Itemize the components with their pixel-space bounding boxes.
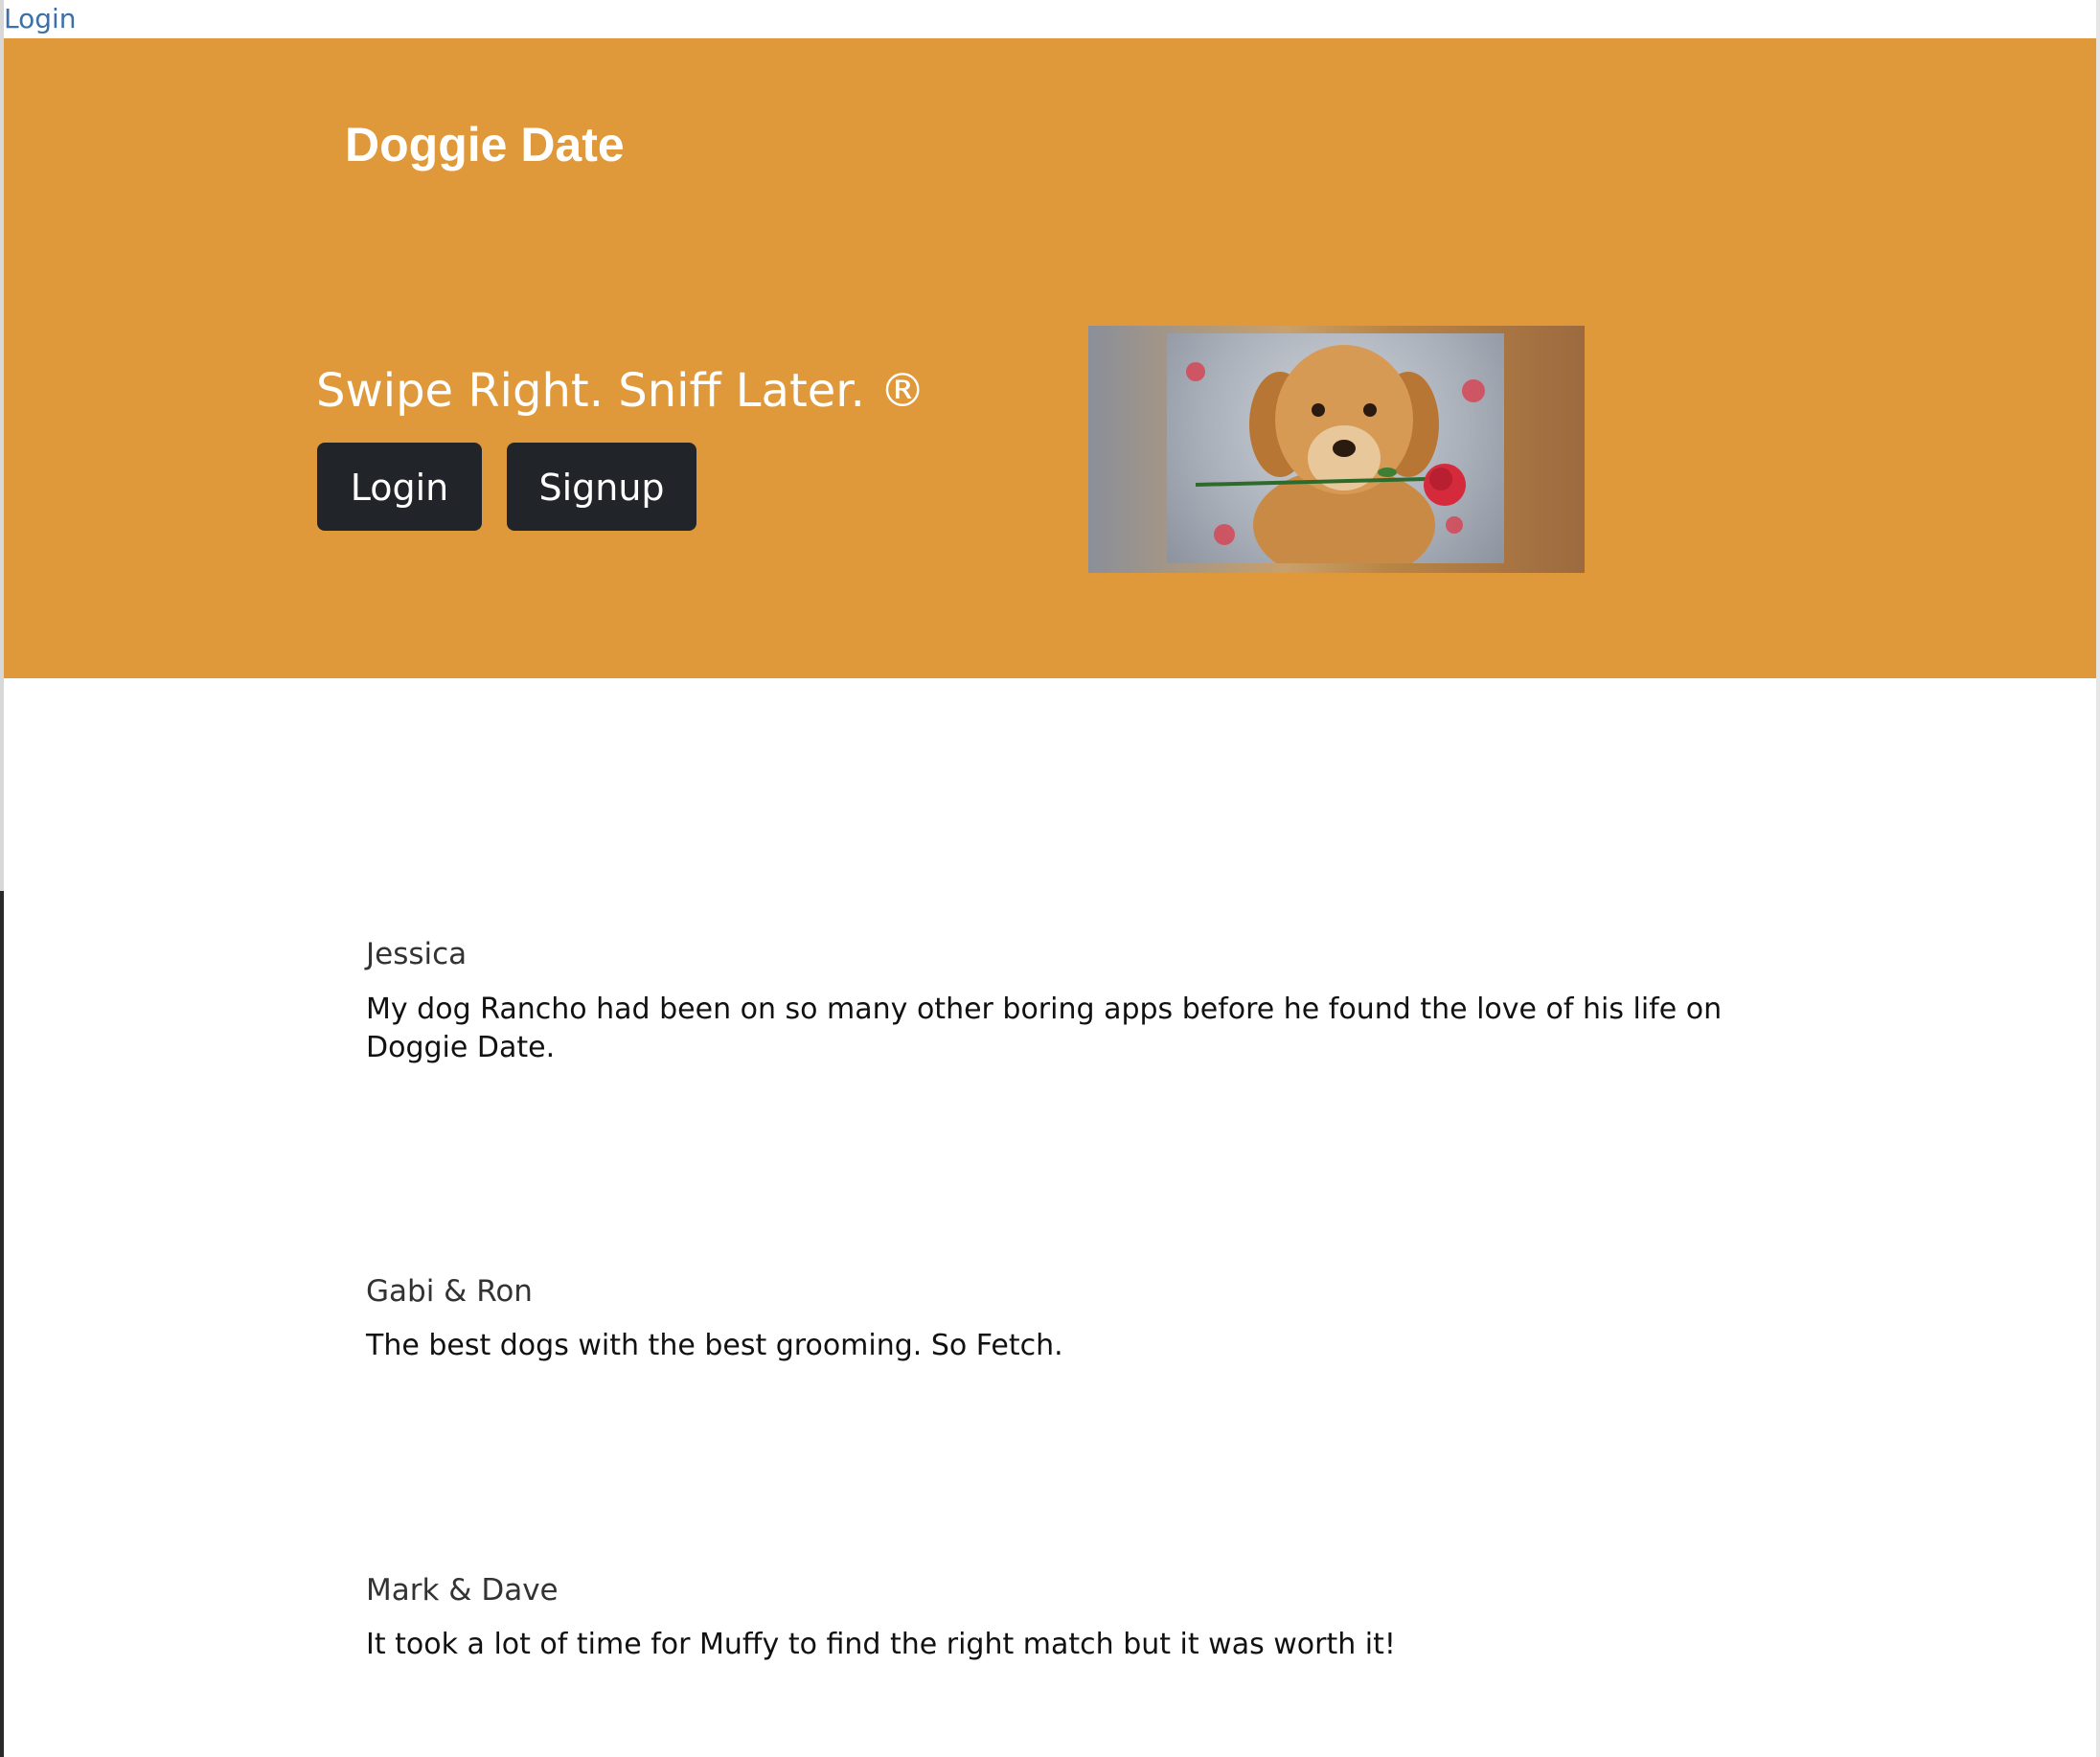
page: Login Doggie Date Swipe Right. Sniff Lat… [0, 0, 2100, 1757]
hero-tagline: Swipe Right. Sniff Later. ® [316, 364, 926, 418]
testimonial-name: Jessica [366, 937, 468, 971]
testimonial-text: It took a lot of time for Muffy to find … [366, 1628, 1396, 1661]
dog-illustration [1186, 345, 1485, 573]
testimonial-name: Mark & Dave [366, 1573, 559, 1608]
dog-photo-inner [1167, 333, 1504, 573]
testimonial-text: My dog Rancho had been on so many other … [366, 993, 1723, 1064]
testimonial-text: The best dogs with the best grooming. So… [366, 1329, 1063, 1362]
dog-with-rose-image [1088, 326, 1585, 573]
top-login-link[interactable]: Login [4, 0, 77, 38]
hero-banner [4, 38, 2096, 678]
right-window-edge [2096, 0, 2100, 1757]
brand-title[interactable]: Doggie Date [345, 117, 625, 172]
login-button[interactable]: Login [317, 443, 482, 531]
testimonial-name: Gabi & Ron [366, 1274, 533, 1309]
left-window-edge-dark [0, 891, 4, 1757]
signup-button[interactable]: Signup [507, 443, 696, 531]
